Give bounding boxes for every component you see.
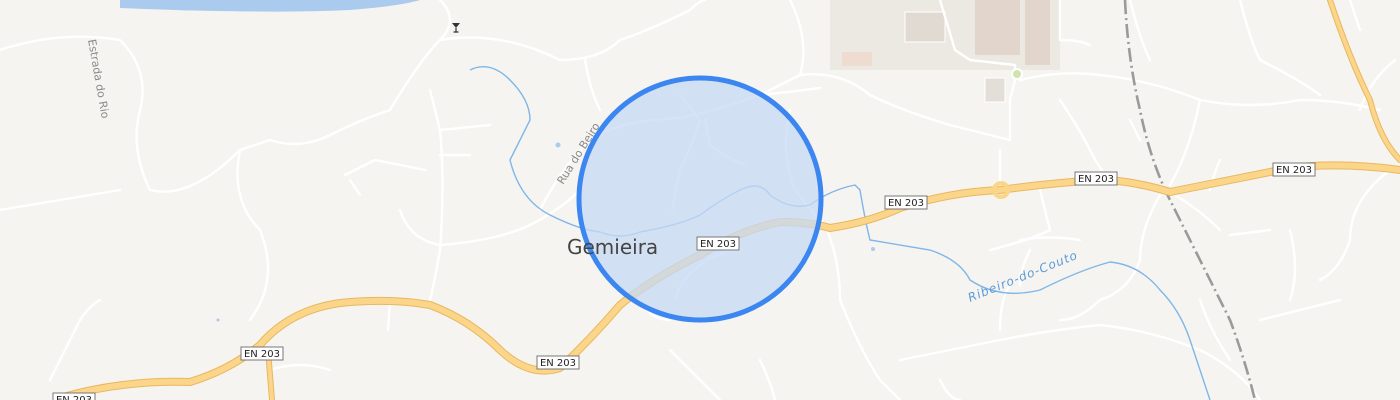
route-shield: EN 203	[696, 236, 740, 251]
pond	[871, 247, 875, 251]
map-layer: Estrada do Rio Rua do Beiro Ribeiro-do-C…	[0, 0, 1400, 400]
svg-text:EN 203: EN 203	[700, 239, 736, 250]
cocktail-bar-icon[interactable]	[452, 23, 460, 33]
route-shield-partial: EN 203	[52, 392, 96, 400]
svg-text:EN 203: EN 203	[888, 198, 924, 209]
svg-text:EN 203: EN 203	[540, 358, 576, 369]
svg-text:EN 203: EN 203	[1078, 174, 1114, 185]
roundabout-top	[1011, 68, 1023, 80]
selection-circle[interactable]	[576, 75, 824, 323]
map-canvas[interactable]: Estrada do Rio Rua do Beiro Ribeiro-do-C…	[0, 0, 1400, 400]
route-shield: EN 203	[536, 355, 580, 370]
route-shield: EN 203	[884, 195, 928, 210]
svg-text:EN 203: EN 203	[56, 395, 92, 400]
water-label-ribeiro-do-couto: Ribeiro-do-Couto	[966, 248, 1080, 305]
place-label: Gemieira	[567, 235, 658, 259]
route-shield: EN 203	[1272, 162, 1316, 177]
route-shield: EN 203	[240, 346, 284, 361]
route-shield: EN 203	[1074, 171, 1118, 186]
pond	[555, 142, 561, 148]
svg-text:EN 203: EN 203	[1276, 165, 1312, 176]
street-label-estrada-do-rio: Estrada do Rio	[85, 38, 112, 119]
river-area	[120, 0, 420, 12]
pond	[216, 318, 220, 322]
svg-text:EN 203: EN 203	[244, 349, 280, 360]
